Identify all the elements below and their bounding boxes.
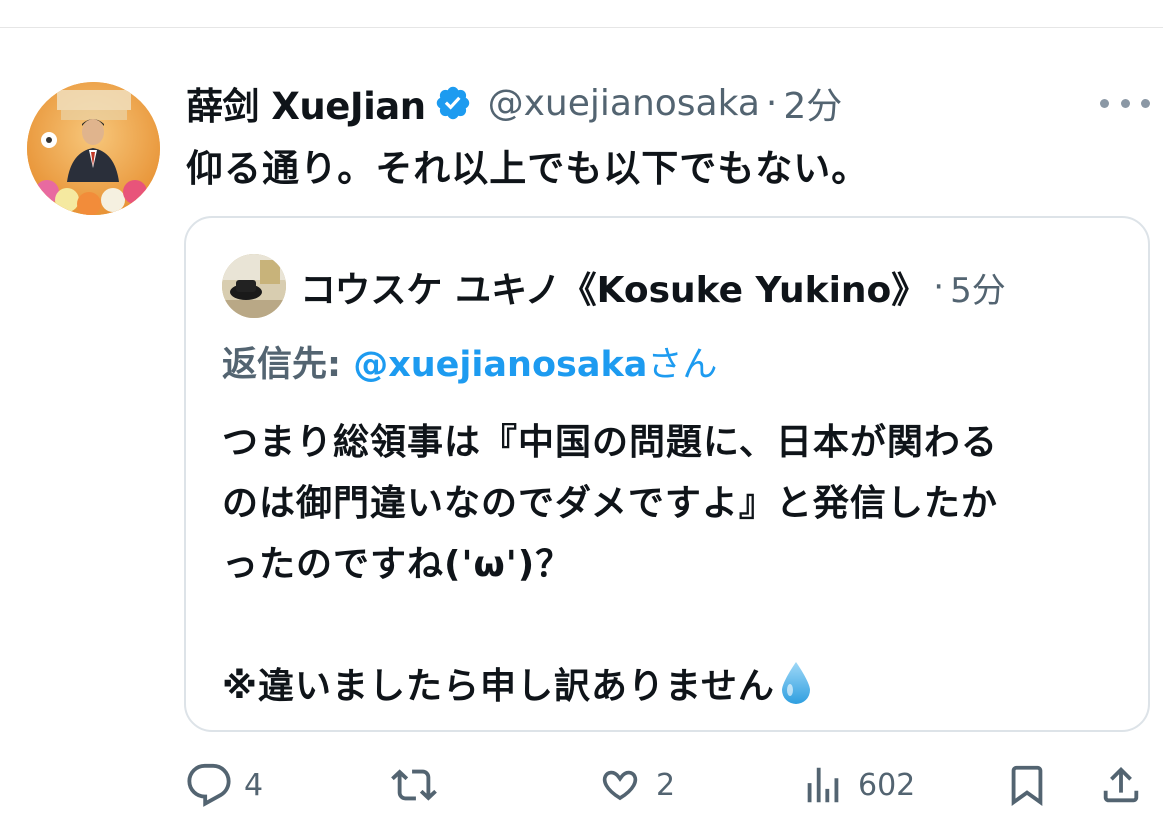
author-handle[interactable]: @xuejianosaka: [488, 83, 760, 124]
more-dot-icon: [1120, 98, 1130, 108]
retweet-icon: [391, 769, 437, 801]
reply-to-line: 返信先: @xuejianosakaさん: [222, 336, 717, 387]
reply-button[interactable]: 4: [186, 760, 263, 810]
more-options-button[interactable]: [1100, 88, 1150, 118]
quoted-tweet-header: コウスケ ユキノ《Kosuke Yukino》 · 5分: [300, 262, 1006, 312]
quoted-author-avatar[interactable]: [222, 254, 286, 318]
tweet-text: 仰る通り。それ以上でも以下でもない。: [186, 147, 870, 190]
quoted-body-line: ったのですね('ω')？: [222, 544, 573, 585]
quoted-body-line-with-emoji: ※違いましたら申し訳ありません: [222, 656, 1122, 717]
reply-to-handle-link[interactable]: @xuejianosaka: [353, 345, 647, 385]
author-display-name[interactable]: 薛剑 XueJian: [186, 76, 426, 130]
quoted-tweet-timestamp: 5分: [950, 270, 1006, 311]
retweet-button[interactable]: [388, 760, 440, 810]
water-drop-icon: [781, 662, 810, 704]
bookmark-icon: [1011, 765, 1043, 806]
views-count: 602: [858, 767, 916, 803]
reply-icon: [187, 763, 231, 807]
separator-dot: ·: [765, 82, 778, 124]
tweet-header: 薛剑 XueJian @xuejianosaka · 2分: [186, 76, 842, 130]
verified-badge-icon: [436, 86, 469, 120]
top-divider: [0, 27, 1163, 28]
reply-count: 4: [244, 767, 264, 803]
like-count: 2: [656, 767, 676, 803]
share-icon: [1103, 766, 1139, 803]
reply-to-suffix: さん: [647, 345, 718, 385]
bookmark-button[interactable]: [1004, 760, 1050, 810]
like-button[interactable]: 2: [596, 760, 675, 810]
more-dot-icon: [1141, 98, 1150, 108]
more-dot-icon: [1100, 98, 1109, 108]
heart-icon: [602, 770, 638, 801]
quoted-body-text: ※違いましたら申し訳ありません: [222, 666, 775, 707]
reply-to-prefix: 返信先:: [222, 345, 354, 385]
quoted-body-line: のは御門違いなのでダメですよ』と発信したか: [222, 483, 998, 524]
quoted-tweet-body: つまり総領事は『中国の問題に、日本が関わる のは御門違いなのでダメですよ』と発信…: [222, 412, 1122, 717]
quoted-author-name[interactable]: コウスケ ユキノ《Kosuke Yukino》: [300, 261, 927, 313]
quoted-body-line: つまり総領事は『中国の問題に、日本が関わる: [222, 422, 998, 463]
author-avatar[interactable]: [27, 82, 160, 215]
share-button[interactable]: [1098, 760, 1144, 810]
tweet-timestamp[interactable]: 2分: [783, 77, 842, 129]
separator-dot: ·: [933, 267, 945, 307]
quoted-body-line: [222, 595, 1122, 656]
views-button[interactable]: 602: [800, 760, 915, 810]
views-icon: [807, 767, 839, 803]
